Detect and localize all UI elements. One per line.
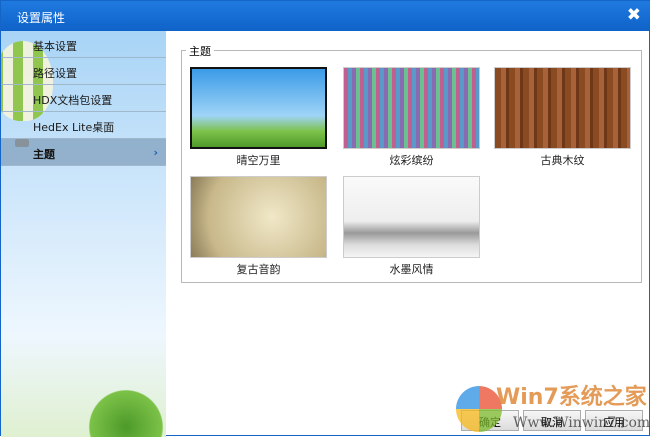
- sidebar: 基本设置 路径设置 HDX文档包设置 HedEx Lite桌面 主题 ›: [1, 31, 166, 437]
- sidebar-item-theme[interactable]: 主题 ›: [1, 139, 166, 166]
- sidebar-item-label: HedEx Lite桌面: [33, 121, 115, 134]
- theme-label: 晴空万里: [236, 154, 281, 167]
- sidebar-item-label: 基本设置: [33, 40, 77, 53]
- sidebar-item-basic[interactable]: 基本设置: [1, 31, 166, 58]
- theme-thumb-sunny[interactable]: [190, 67, 327, 149]
- theme-label: 复古音韵: [236, 263, 281, 276]
- theme-label: 古典木纹: [540, 154, 585, 167]
- theme-thumb-colorful[interactable]: [343, 67, 480, 149]
- chevron-right-icon: ›: [153, 146, 158, 159]
- group-label: 主题: [186, 43, 214, 59]
- sidebar-item-label: HDX文档包设置: [33, 94, 113, 107]
- theme-thumb-retro[interactable]: [190, 176, 327, 258]
- theme-thumb-wood[interactable]: [494, 67, 631, 149]
- theme-label: 炫彩缤纷: [389, 154, 434, 167]
- sidebar-item-hedex-desktop[interactable]: HedEx Lite桌面: [1, 112, 166, 139]
- close-icon[interactable]: ✖: [627, 5, 641, 25]
- watermark-brand: Win7系统之家: [496, 385, 647, 410]
- window-title: 设置属性: [17, 11, 66, 25]
- theme-thumb-ink[interactable]: [343, 176, 480, 258]
- theme-label: 水墨风情: [389, 263, 434, 276]
- sidebar-item-label: 路径设置: [33, 67, 77, 80]
- sidebar-item-hdx[interactable]: HDX文档包设置: [1, 85, 166, 112]
- sidebar-item-path[interactable]: 路径设置: [1, 58, 166, 85]
- title-bar: 设置属性: [1, 1, 650, 31]
- watermark-url: Www.Winwin7.com: [513, 415, 650, 431]
- tree-decoration: [81, 387, 166, 437]
- sidebar-item-label: 主题: [33, 148, 55, 161]
